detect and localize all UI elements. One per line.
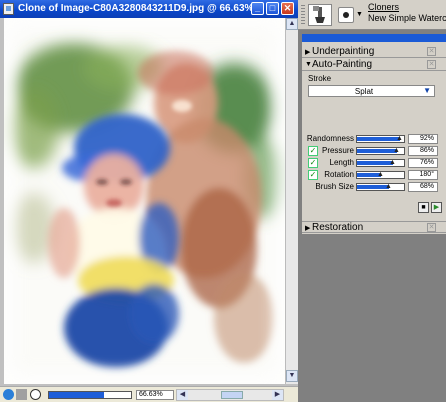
document-window: Clone of Image-C80A3280843211D9.jpg @ 66…: [0, 0, 298, 402]
minimize-button[interactable]: _: [251, 2, 264, 15]
brush-category-name[interactable]: Cloners: [368, 2, 399, 12]
document-icon: [3, 3, 14, 15]
section-underpainting[interactable]: ▶ Underpainting ✕: [302, 46, 446, 58]
slider-label: Brush Size: [315, 182, 354, 191]
drawing-mode-icon[interactable]: [3, 389, 14, 400]
horizontal-scroll-thumb[interactable]: [221, 391, 243, 399]
grid-toggle-icon[interactable]: [16, 389, 27, 400]
slider-value-field[interactable]: 68%: [408, 182, 438, 192]
horizontal-scrollbar[interactable]: ◀ ▶: [176, 389, 284, 401]
section-underpainting-label: Underpainting: [312, 46, 375, 57]
slider-value-field[interactable]: 92%: [408, 134, 438, 144]
document-title-bar[interactable]: Clone of Image-C80A3280843211D9.jpg @ 66…: [0, 0, 298, 18]
section-restoration[interactable]: ▶ Restoration ✕: [302, 221, 446, 233]
scroll-down-arrow-icon[interactable]: ▼: [286, 370, 298, 382]
close-icon[interactable]: ✕: [427, 60, 436, 69]
scroll-right-arrow-icon[interactable]: ▶: [272, 390, 283, 400]
chevron-down-icon[interactable]: ▼: [423, 86, 431, 95]
stroke-select-value: Splat: [354, 87, 374, 96]
slider-row: Randomness ▲ 92%: [302, 134, 446, 145]
brush-variant-name[interactable]: New Simple Watercolor: [368, 13, 446, 23]
slider-track[interactable]: ▲: [356, 183, 405, 191]
smart-stroke-palette: ▶ Underpainting ✕ ▼ Auto-Painting ✕ Stro…: [302, 34, 446, 234]
stroke-label: Stroke: [308, 74, 332, 83]
slider-knob-icon[interactable]: ▲: [385, 183, 392, 190]
document-title: Clone of Image-C80A3280843211D9.jpg @ 66…: [18, 3, 254, 14]
zoom-slider-fill: [49, 392, 104, 398]
document-status-bar: 66.63% ◀ ▶: [0, 386, 298, 402]
slider-fill: [357, 149, 397, 153]
enable-checkbox[interactable]: ✓: [308, 158, 318, 168]
slider-knob-icon[interactable]: ▲: [393, 147, 400, 154]
slider-track[interactable]: ▲: [356, 147, 405, 155]
slider-value-field[interactable]: 76%: [408, 158, 438, 168]
stop-button[interactable]: ■: [418, 202, 429, 213]
close-button[interactable]: ✕: [281, 2, 294, 15]
close-icon[interactable]: ✕: [427, 223, 436, 232]
section-restoration-label: Restoration: [312, 222, 364, 233]
stroke-select[interactable]: Splat ▼: [308, 85, 435, 97]
slider-knob-icon[interactable]: ▲: [396, 135, 403, 142]
palette-grip[interactable]: [301, 5, 305, 25]
slider-row: ✓ Pressure ▲ 86%: [302, 146, 446, 157]
maximize-button[interactable]: □: [266, 2, 279, 15]
slider-track[interactable]: ▲: [356, 135, 405, 143]
slider-track[interactable]: ▲: [356, 159, 405, 167]
brush-selector-bar: ▼ Cloners New Simple Watercolor: [298, 0, 446, 30]
enable-checkbox[interactable]: ✓: [308, 170, 318, 180]
slider-knob-icon[interactable]: ▲: [377, 171, 384, 178]
watercolor-painting: [4, 18, 285, 384]
slider-value-field[interactable]: 180°: [408, 170, 438, 180]
slider-knob-icon[interactable]: ▲: [389, 159, 396, 166]
scroll-up-arrow-icon[interactable]: ▲: [286, 18, 298, 30]
slider-value-field[interactable]: 86%: [408, 146, 438, 156]
vertical-scrollbar[interactable]: ▲ ▼: [285, 18, 298, 384]
slider-row: Brush Size ▲ 68%: [302, 182, 446, 193]
slider-label: Length: [329, 158, 354, 167]
scroll-left-arrow-icon[interactable]: ◀: [177, 390, 188, 400]
image-canvas[interactable]: [4, 18, 285, 384]
slider-label: Randomness: [306, 134, 354, 143]
zoom-value-field[interactable]: 66.63%: [136, 390, 174, 400]
slider-fill: [357, 137, 400, 141]
brush-category-icon[interactable]: [308, 4, 332, 26]
slider-label: Pressure: [321, 146, 354, 155]
zoom-magnifier-icon[interactable]: [30, 389, 41, 400]
expanded-arrow-icon[interactable]: ▼: [305, 61, 312, 68]
close-icon[interactable]: ✕: [427, 47, 436, 56]
slider-fill: [357, 161, 393, 165]
palette-title-bar[interactable]: [302, 34, 446, 42]
collapsed-arrow-icon[interactable]: ▶: [305, 48, 310, 56]
enable-checkbox[interactable]: ✓: [308, 146, 318, 156]
right-panel: ▼ Cloners New Simple Watercolor ▶ Underp…: [298, 0, 446, 402]
collapsed-arrow-icon[interactable]: ▶: [305, 224, 310, 232]
play-button[interactable]: ▶: [431, 202, 442, 213]
chevron-down-icon[interactable]: ▼: [356, 11, 363, 18]
section-auto-painting-label: Auto-Painting: [312, 59, 373, 70]
slider-track[interactable]: ▲: [356, 171, 405, 179]
slider-row: ✓ Rotation ▲ 180°: [302, 170, 446, 181]
slider-row: ✓ Length ▲ 76%: [302, 158, 446, 169]
section-auto-painting[interactable]: ▼ Auto-Painting ✕: [302, 59, 446, 71]
brush-variant-icon[interactable]: [338, 7, 354, 23]
zoom-slider[interactable]: [48, 391, 132, 399]
slider-label: Rotation: [324, 170, 354, 179]
